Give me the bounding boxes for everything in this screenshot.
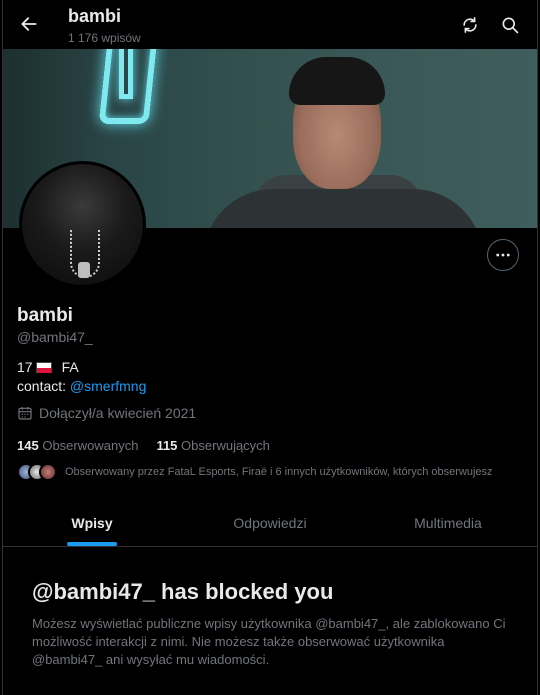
following-label: Obserwowanych — [42, 438, 139, 453]
tab-label: Odpowiedzi — [233, 515, 307, 531]
tab-media[interactable]: Multimedia — [359, 500, 537, 546]
contact-link[interactable]: @smerfmng — [70, 378, 146, 394]
bio-line-1: 17 FA — [17, 359, 79, 375]
joined-text: Dołączył/a kwiecień 2021 — [39, 405, 197, 421]
following-count: 145 — [17, 438, 39, 453]
bio-team: FA — [61, 359, 79, 375]
joined-date: Dołączył/a kwiecień 2021 — [17, 405, 196, 421]
tab-label: Multimedia — [414, 515, 482, 531]
bio-age: 17 — [17, 359, 33, 375]
post-count: 1 176 wpisów — [68, 31, 141, 45]
profile-tabs: Wpisy Odpowiedzi Multimedia — [3, 500, 537, 547]
profile-name: bambi — [17, 305, 73, 326]
search-button[interactable] — [497, 12, 523, 38]
follower-avatar — [39, 463, 57, 481]
refresh-icon — [463, 17, 477, 33]
banner-person-body — [203, 189, 483, 228]
avatar-pendant — [78, 262, 90, 278]
search-icon — [502, 17, 519, 34]
followed-by-text: Obserwowany przez FataL Esports, Firaë i… — [65, 466, 493, 478]
bio-contact-label: contact: — [17, 378, 67, 394]
more-options-button[interactable] — [487, 239, 519, 271]
header-title: bambi — [68, 6, 122, 26]
arrow-left-icon — [21, 17, 37, 31]
calendar-icon — [18, 407, 32, 420]
bio-line-2: contact: @smerfmng — [17, 378, 146, 394]
refresh-button[interactable] — [457, 12, 483, 38]
window-border-right — [537, 0, 538, 695]
profile-page: bambi 1 176 wpisów bambi @bambi47_ 17 FA… — [3, 0, 537, 695]
tab-label: Wpisy — [71, 515, 113, 531]
blocked-text: Możesz wyświetlać publiczne wpisy użytko… — [32, 616, 506, 667]
followers-label: Obserwujących — [181, 438, 270, 453]
back-button[interactable] — [15, 10, 43, 38]
more-icon — [496, 253, 510, 257]
blocked-title: @bambi47_ has blocked you — [32, 579, 334, 604]
followers-link[interactable]: 115 Obserwujących — [156, 438, 269, 453]
following-link[interactable]: 145 Obserwowanych — [17, 438, 138, 453]
tab-posts[interactable]: Wpisy — [3, 500, 181, 546]
followed-by[interactable]: Obserwowany przez FataL Esports, Firaë i… — [17, 463, 493, 481]
poland-flag-icon — [35, 361, 52, 373]
tab-replies[interactable]: Odpowiedzi — [181, 500, 359, 546]
follow-stats: 145 Obserwowanych 115 Obserwujących — [17, 438, 270, 453]
profile-handle: @bambi47_ — [17, 329, 93, 345]
banner-person-hair — [289, 57, 385, 105]
neon-sign-inner — [119, 49, 133, 99]
avatar[interactable] — [19, 161, 146, 288]
profile-header: bambi 1 176 wpisów — [3, 0, 537, 49]
followers-count: 115 — [156, 438, 178, 453]
